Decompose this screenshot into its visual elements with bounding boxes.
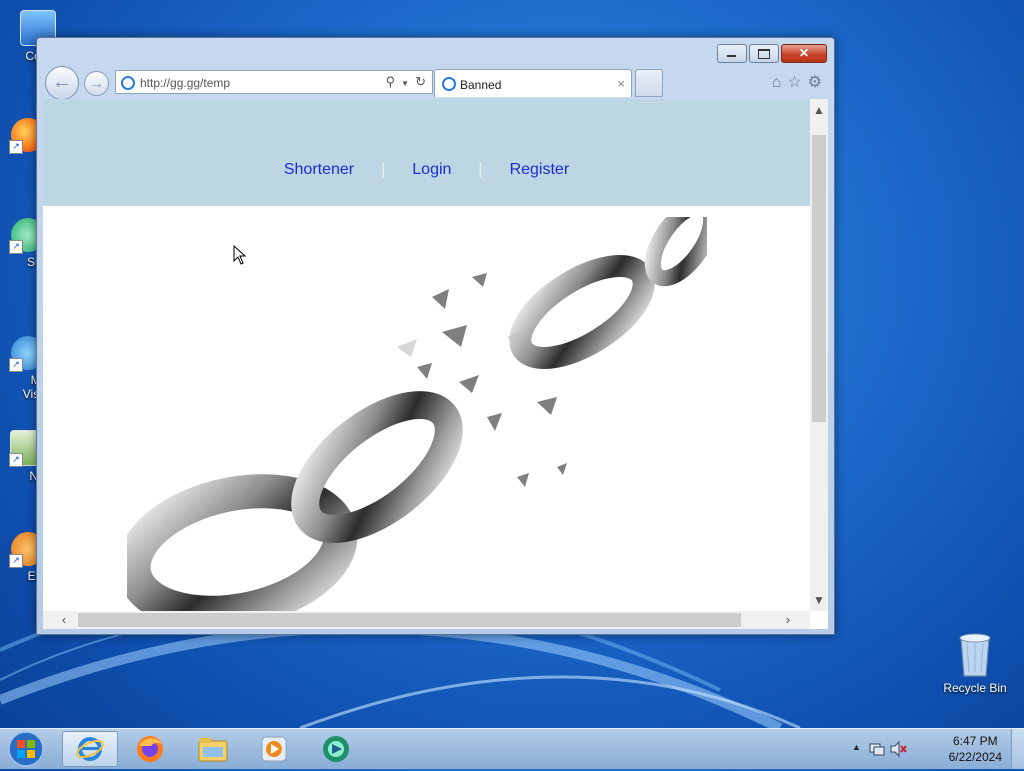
clock-time: 6:47 PM <box>952 734 998 748</box>
internet-explorer-icon <box>76 737 104 761</box>
site-nav: Shortener | Login | Register <box>43 161 810 179</box>
refresh-icon[interactable]: ↻ <box>415 74 426 89</box>
volume-muted-icon[interactable] <box>889 741 907 757</box>
favorites-star-icon[interactable]: ☆ <box>787 74 801 91</box>
horizontal-scrollbar[interactable]: ‹ › <box>43 611 810 629</box>
nav-link-shortener[interactable]: Shortener <box>284 161 354 178</box>
tab-close-icon[interactable]: × <box>617 76 625 91</box>
site-header: Shortener | Login | Register <box>43 99 810 206</box>
scroll-up-icon[interactable]: ▲ <box>810 101 828 119</box>
recycle-bin-label: Recycle Bin <box>943 681 1007 695</box>
gear-icon[interactable]: ⚙ <box>808 74 822 91</box>
new-tab-button[interactable] <box>635 69 663 97</box>
navigation-bar: ← → http://gg.gg/temp ⚲ ▼ ↻ Banned × ⌂ ☆ ⚙ <box>43 66 828 100</box>
desktop-icon-recycle-bin[interactable]: Recycle Bin <box>935 630 1015 695</box>
show-hidden-icons-icon[interactable]: ▲ <box>852 742 861 752</box>
firefox-icon <box>137 736 163 762</box>
taskbar-internet-explorer[interactable] <box>62 731 118 767</box>
address-url[interactable]: http://gg.gg/temp <box>140 76 230 90</box>
windows-logo-icon <box>8 731 44 767</box>
ie-page-icon <box>121 76 135 90</box>
start-button[interactable] <box>4 730 48 768</box>
ie-tab-icon <box>442 77 456 91</box>
file-explorer-icon <box>198 738 228 762</box>
scroll-right-icon[interactable]: › <box>779 611 797 629</box>
browser-window[interactable]: ✕ ← → http://gg.gg/temp ⚲ ▼ ↻ Banned × ⌂ ☆ ⚙ <box>36 37 835 635</box>
system-tray: ▲ 6:47 PM 6/22/2024 <box>844 729 1024 769</box>
window-caption-buttons: ✕ <box>715 44 827 63</box>
nav-separator: | <box>381 161 386 178</box>
shortcut-arrow-icon: ↗ <box>9 140 23 154</box>
recycle-bin-icon <box>959 633 991 677</box>
shortcut-arrow-icon: ↗ <box>9 240 23 254</box>
tab-title: Banned <box>460 78 502 92</box>
address-tools: ⚲ ▼ ↻ <box>380 74 426 90</box>
browser-toolbar-icons: ⌂ ☆ ⚙ <box>766 72 822 92</box>
nav-separator: | <box>478 161 483 178</box>
show-desktop-button[interactable] <box>1011 729 1024 769</box>
scroll-left-icon[interactable]: ‹ <box>55 611 73 629</box>
horizontal-scroll-thumb[interactable] <box>78 613 741 627</box>
dropdown-arrow-icon[interactable]: ▼ <box>401 79 409 88</box>
tab-banned[interactable]: Banned × <box>434 69 632 97</box>
app-icon <box>323 736 349 762</box>
network-icon[interactable] <box>869 741 885 757</box>
scroll-down-icon[interactable]: ▼ <box>810 591 828 609</box>
vertical-scrollbar[interactable]: ▲ ▼ <box>810 99 828 611</box>
taskbar-media-player[interactable] <box>246 731 302 767</box>
broken-chain-image <box>127 217 707 617</box>
minimize-button[interactable] <box>717 44 747 63</box>
back-button[interactable]: ← <box>45 66 79 100</box>
taskbar-firefox[interactable] <box>122 731 178 767</box>
mouse-cursor-icon <box>233 245 247 265</box>
shortcut-arrow-icon: ↗ <box>9 453 23 467</box>
vertical-scroll-thumb[interactable] <box>812 135 826 422</box>
home-icon[interactable]: ⌂ <box>772 74 782 91</box>
media-player-icon <box>261 736 287 762</box>
shortcut-arrow-icon: ↗ <box>9 554 23 568</box>
clock[interactable]: 6:47 PM 6/22/2024 <box>949 733 1002 765</box>
nav-link-login[interactable]: Login <box>412 161 451 178</box>
back-arrow-icon: ← <box>52 71 72 93</box>
nav-link-register[interactable]: Register <box>510 161 570 178</box>
taskbar-app[interactable] <box>308 731 364 767</box>
maximize-button[interactable] <box>749 44 779 63</box>
page-viewport[interactable]: Shortener | Login | Register ▲ ▼ ‹ › <box>43 99 828 629</box>
taskbar-file-explorer[interactable] <box>185 731 241 767</box>
address-bar[interactable]: http://gg.gg/temp ⚲ ▼ ↻ <box>115 70 433 94</box>
search-icon[interactable]: ⚲ <box>386 74 396 89</box>
forward-button[interactable]: → <box>84 71 109 96</box>
taskbar: ▲ 6:47 PM 6/22/2024 <box>0 728 1024 769</box>
close-icon: ✕ <box>798 46 810 60</box>
shortcut-arrow-icon: ↗ <box>9 358 23 372</box>
close-window-button[interactable]: ✕ <box>781 44 827 63</box>
clock-date: 6/22/2024 <box>948 750 1002 764</box>
forward-arrow-icon: → <box>89 75 104 91</box>
